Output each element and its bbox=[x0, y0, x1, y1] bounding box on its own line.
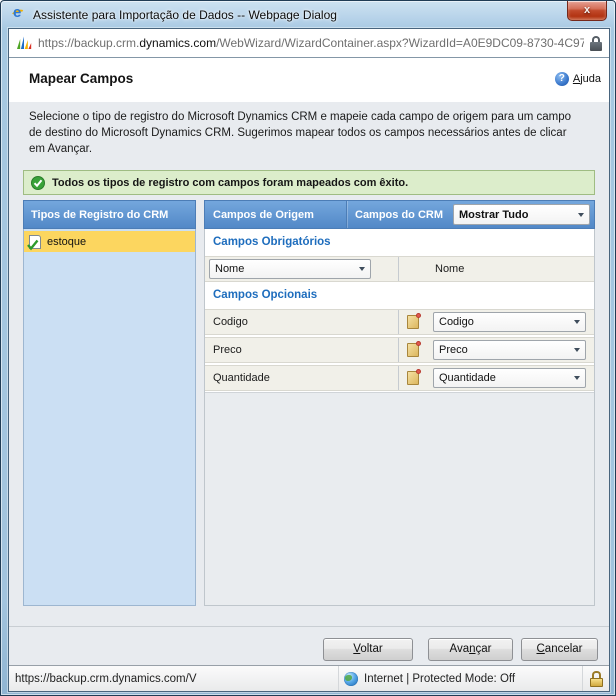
footer-divider bbox=[9, 626, 609, 627]
content-header: Mapear Campos ? Ajuda bbox=[9, 58, 609, 102]
mapped-field-icon bbox=[407, 371, 419, 385]
status-bar: https://backup.crm.dynamics.com/V Intern… bbox=[9, 665, 609, 691]
crm-field-dropdown-preco[interactable]: Preco bbox=[433, 340, 586, 360]
field-mapping-panel: Campos de Origem Campos do CRM Mostrar T… bbox=[204, 200, 595, 606]
url-prefix: https://backup.crm. bbox=[38, 36, 139, 50]
crm-field-dropdown-quantidade[interactable]: Quantidade bbox=[433, 368, 586, 388]
crm-field-label-nome: Nome bbox=[435, 263, 464, 275]
required-fields-section-title: Campos Obrigatórios bbox=[205, 229, 594, 256]
help-label: Ajuda bbox=[573, 73, 601, 85]
mapping-panel-body: Campos Obrigatórios Nome Nome bbox=[204, 229, 595, 606]
source-fields-header: Campos de Origem bbox=[205, 201, 347, 228]
address-url: https://backup.crm.dynamics.com/WebWizar… bbox=[38, 36, 584, 50]
notification-message: Todos os tipos de registro com campos fo… bbox=[52, 177, 408, 189]
ssl-lock-icon bbox=[590, 36, 602, 51]
title-bar: e Assistente para Importação de Dados --… bbox=[1, 1, 615, 28]
mapped-field-icon bbox=[407, 315, 419, 329]
source-field-cell: Nome bbox=[205, 257, 399, 281]
mapping-panel-header: Campos de Origem Campos do CRM Mostrar T… bbox=[204, 200, 595, 229]
internet-zone-globe-icon bbox=[344, 672, 358, 686]
source-field-dropdown-nome[interactable]: Nome bbox=[209, 259, 371, 279]
record-type-item-estoque[interactable]: estoque bbox=[24, 231, 195, 252]
dynamics-logo-icon bbox=[16, 35, 32, 51]
table-row-nome: Nome Nome bbox=[205, 256, 594, 282]
security-lock-icon bbox=[590, 671, 603, 687]
page-title: Mapear Campos bbox=[29, 71, 133, 86]
crm-field-dropdown-codigo[interactable]: Codigo bbox=[433, 312, 586, 332]
chevron-down-icon bbox=[574, 320, 580, 324]
crm-fields-header-cell: Campos do CRM Mostrar Tudo bbox=[347, 201, 594, 228]
back-button[interactable]: Voltar bbox=[323, 638, 413, 661]
crm-fields-filter-dropdown[interactable]: Mostrar Tudo bbox=[453, 204, 590, 225]
status-zone: Internet | Protected Mode: Off bbox=[339, 666, 583, 691]
chevron-down-icon bbox=[359, 267, 365, 271]
status-lock-panel bbox=[583, 666, 609, 691]
intro-text: Selecione o tipo de registro do Microsof… bbox=[29, 109, 585, 157]
success-notification: Todos os tipos de registro com campos fo… bbox=[23, 170, 595, 195]
chevron-down-icon bbox=[574, 376, 580, 380]
source-field-label-quantidade: Quantidade bbox=[205, 372, 270, 384]
address-bar: https://backup.crm.dynamics.com/WebWizar… bbox=[9, 29, 609, 58]
source-field-label-codigo: Codigo bbox=[205, 316, 248, 328]
table-row-preco: Preco Preco bbox=[205, 337, 594, 363]
help-link[interactable]: ? Ajuda bbox=[555, 72, 601, 86]
record-types-panel: Tipos de Registro do CRM estoque bbox=[23, 200, 196, 606]
record-types-list: estoque bbox=[23, 229, 196, 606]
source-field-cell: Codigo bbox=[205, 310, 399, 334]
close-button[interactable]: x bbox=[567, 1, 607, 21]
chevron-down-icon bbox=[578, 213, 584, 217]
chevron-down-icon bbox=[574, 348, 580, 352]
crm-fields-header: Campos do CRM bbox=[355, 209, 443, 221]
window-title: Assistente para Importação de Dados -- W… bbox=[33, 8, 337, 22]
webpage-dialog-window: e Assistente para Importação de Dados --… bbox=[0, 0, 616, 696]
record-types-header: Tipos de Registro do CRM bbox=[23, 200, 196, 229]
mapped-record-icon bbox=[29, 235, 41, 249]
help-icon: ? bbox=[555, 72, 569, 86]
url-domain: dynamics.com bbox=[139, 36, 216, 50]
source-field-label-preco: Preco bbox=[205, 344, 242, 356]
source-field-cell: Preco bbox=[205, 338, 399, 362]
crm-field-cell: Codigo bbox=[399, 310, 594, 334]
crm-field-cell: Preco bbox=[399, 338, 594, 362]
filter-value: Mostrar Tudo bbox=[459, 209, 528, 221]
url-path: /WebWizard/WizardContainer.aspx?WizardId… bbox=[216, 36, 584, 50]
wizard-content: Mapear Campos ? Ajuda Selecione o tipo d… bbox=[9, 58, 609, 665]
table-row-codigo: Codigo Codigo bbox=[205, 309, 594, 335]
source-field-cell: Quantidade bbox=[205, 366, 399, 390]
crm-field-cell: Nome bbox=[399, 257, 594, 281]
dialog-client-area: https://backup.crm.dynamics.com/WebWizar… bbox=[8, 28, 610, 692]
mapped-field-icon bbox=[407, 343, 419, 357]
optional-fields-section-title: Campos Opcionais bbox=[205, 282, 594, 309]
next-button[interactable]: Avançar bbox=[428, 638, 513, 661]
fields-area: Campos Obrigatórios Nome Nome bbox=[205, 229, 594, 393]
cancel-button[interactable]: Cancelar bbox=[521, 638, 598, 661]
crm-field-cell: Quantidade bbox=[399, 366, 594, 390]
status-url: https://backup.crm.dynamics.com/V bbox=[9, 666, 339, 691]
success-check-icon bbox=[31, 176, 45, 190]
record-type-label: estoque bbox=[47, 236, 86, 248]
table-row-quantidade: Quantidade Quantidade bbox=[205, 365, 594, 391]
internet-explorer-icon: e bbox=[11, 6, 27, 22]
status-zone-text: Internet | Protected Mode: Off bbox=[364, 673, 515, 685]
